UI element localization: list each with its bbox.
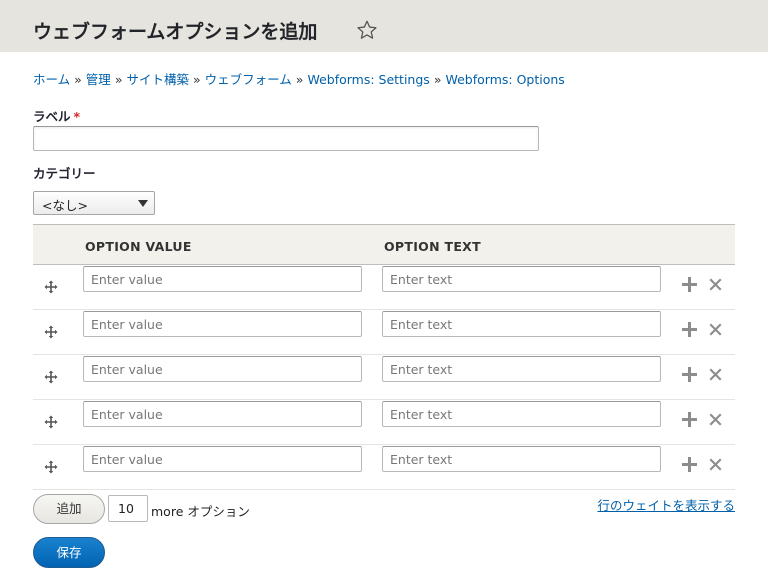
option-text-input[interactable] [382,401,661,427]
drag-handle-icon[interactable] [44,460,58,474]
breadcrumb: ホーム» 管理» サイト構築» ウェブフォーム» Webforms: Settings»… [33,69,565,88]
breadcrumb-link-admin[interactable]: 管理 [86,72,111,87]
drag-handle-icon[interactable] [44,325,58,339]
drag-handle-icon[interactable] [44,370,58,384]
breadcrumb-link-webforms-options[interactable]: Webforms: Options [445,72,564,87]
column-header-option-value: OPTION VALUE [85,239,192,254]
table-row [33,265,735,310]
category-select-value: <なし> [42,198,88,213]
table-row [33,445,735,490]
breadcrumb-separator: » [295,72,304,87]
page-title: ウェブフォームオプションを追加 [33,21,318,43]
breadcrumb-separator: » [114,72,123,87]
more-options-label: more オプション [151,504,250,519]
breadcrumb-separator: » [433,72,442,87]
category-select[interactable]: <なし> [33,191,155,215]
drag-handle-icon[interactable] [44,280,58,294]
category-field-label: カテゴリー [33,166,96,181]
plus-icon[interactable] [682,277,697,292]
page-header: ウェブフォームオプションを追加 [0,0,768,52]
more-count-input[interactable]: 10 [108,495,148,522]
close-icon[interactable] [709,323,722,336]
option-text-input[interactable] [382,266,661,292]
option-value-input[interactable] [83,356,362,382]
chevron-down-icon [138,200,148,207]
plus-icon[interactable] [682,412,697,427]
column-header-option-text: OPTION TEXT [384,239,481,254]
save-button[interactable]: 保存 [33,537,105,568]
label-field-label: ラベル * [33,106,80,125]
breadcrumb-link-webforms[interactable]: ウェブフォーム [205,72,292,87]
close-icon[interactable] [709,368,722,381]
plus-icon[interactable] [682,367,697,382]
plus-icon[interactable] [682,457,697,472]
close-icon[interactable] [709,413,722,426]
option-value-input[interactable] [83,401,362,427]
breadcrumb-link-structure[interactable]: サイト構築 [126,72,189,87]
table-row [33,310,735,355]
label-field-text: ラベル [33,109,71,124]
option-text-input[interactable] [382,311,661,337]
breadcrumb-link-home[interactable]: ホーム [33,72,70,87]
plus-icon[interactable] [682,322,697,337]
close-icon[interactable] [709,458,722,471]
option-value-input[interactable] [83,311,362,337]
drag-handle-icon[interactable] [44,415,58,429]
star-icon[interactable] [356,19,378,41]
options-table-header: OPTION VALUE OPTION TEXT [33,224,735,265]
option-value-input[interactable] [83,266,362,292]
breadcrumb-separator: » [192,72,201,87]
table-row [33,355,735,400]
breadcrumb-separator: » [74,72,82,87]
add-rows-button[interactable]: 追加 [33,494,105,524]
label-input[interactable] [33,126,539,151]
option-text-input[interactable] [382,356,661,382]
option-text-input[interactable] [382,446,661,472]
table-row [33,400,735,445]
show-row-weights-link[interactable]: 行のウェイトを表示する [597,495,735,514]
required-marker: * [73,109,81,124]
option-value-input[interactable] [83,446,362,472]
breadcrumb-link-webforms-settings[interactable]: Webforms: Settings [307,72,429,87]
close-icon[interactable] [709,278,722,291]
